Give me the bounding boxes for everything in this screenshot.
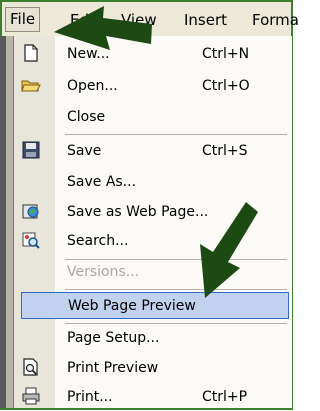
- arrow-to-file-menu: [54, 6, 152, 50]
- annotation-arrows: [54, 6, 258, 298]
- arrow-to-web-page-preview: [200, 202, 258, 298]
